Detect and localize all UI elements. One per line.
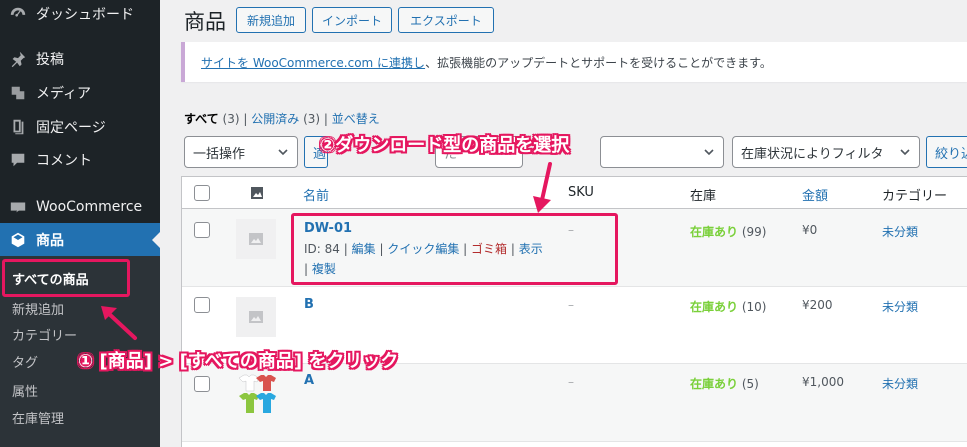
import-button[interactable]: インポート [312, 7, 392, 33]
sku-cell: – [568, 298, 574, 312]
stock-cell: 在庫あり (10) [690, 298, 766, 315]
chevron-down-icon [704, 149, 714, 156]
placeholder-image-icon [249, 233, 263, 245]
notice-text: 、拡張機能のアップデートとサポートを受けることができます。 [425, 55, 772, 70]
status-filters: すべて (3) | 公開済み (3) | 並べ替え [184, 110, 380, 127]
sidebar-item-label: 商品 [36, 233, 64, 249]
chevron-down-icon [900, 149, 910, 156]
table-row: A – 在庫あり (5) ¥1,000 未分類 [182, 364, 967, 442]
filter-all[interactable]: すべて [184, 112, 219, 126]
bulk-action-select[interactable]: 一括操作 [184, 136, 298, 168]
placeholder-image-icon [249, 311, 263, 323]
media-icon [0, 84, 36, 102]
sku-cell: – [568, 375, 574, 389]
column-stock: 在庫 [690, 189, 717, 204]
submenu-tags[interactable]: タグ [12, 352, 38, 371]
annotation-step-2: ②ダウンロード型の商品を選択 [320, 135, 570, 156]
product-type-select[interactable] [600, 136, 724, 168]
image-icon [251, 187, 263, 199]
product-thumbnail[interactable] [236, 219, 276, 259]
arrow-icon [533, 162, 552, 213]
price-cell: ¥1,000 [802, 375, 844, 389]
chevron-down-icon [278, 149, 288, 156]
filter-button[interactable]: 絞り込 [926, 136, 967, 168]
sidebar-item-label: ダッシュボード [36, 7, 134, 23]
filter-all-count: (3) [222, 112, 240, 126]
stock-status-select[interactable]: 在庫状況によりフィルタ [732, 136, 920, 168]
annotation-step-1: ① [商品] > [すべての商品] をクリック [78, 351, 399, 372]
sidebar-item-posts[interactable]: 投稿 [0, 42, 160, 76]
dashboard-icon [0, 5, 36, 23]
table-header: 名前 SKU 在庫 金額 カテゴリー [182, 177, 967, 209]
admin-sidebar: ダッシュボード 投稿 メディア 固定ページ コメント WooCommerce 商… [0, 0, 160, 447]
comment-icon [0, 151, 36, 169]
export-button[interactable]: エクスポート [398, 7, 494, 33]
price-cell: ¥200 [802, 298, 833, 312]
stock-count: (5) [741, 377, 759, 391]
page-icon [0, 118, 36, 136]
woocommerce-notice: サイトを WooCommerce.com に連携し 、拡張機能のアップデートとサ… [181, 42, 967, 82]
bulk-action-label: 一括操作 [193, 146, 246, 162]
sidebar-item-woocommerce[interactable]: WooCommerce [0, 190, 160, 224]
product-name-link[interactable]: B [304, 297, 314, 312]
submenu-inventory[interactable]: 在庫管理 [12, 408, 64, 427]
row-checkbox[interactable] [194, 222, 210, 238]
stock-status: 在庫あり [690, 300, 739, 314]
sidebar-item-label: WooCommerce [36, 199, 143, 215]
stock-status: 在庫あり [690, 225, 739, 239]
highlight-dw01-row [291, 213, 618, 285]
sidebar-item-media[interactable]: メディア [0, 76, 160, 110]
sidebar-item-label: コメント [36, 153, 92, 169]
column-price[interactable]: 金額 [802, 185, 828, 204]
stock-cell: 在庫あり (5) [690, 375, 759, 392]
row-checkbox[interactable] [194, 297, 210, 313]
highlight-all-products [2, 259, 130, 297]
arrow-icon [101, 306, 137, 340]
stock-count: (10) [741, 300, 767, 314]
sidebar-item-label: 固定ページ [36, 120, 106, 136]
category-link[interactable]: 未分類 [882, 298, 918, 315]
stock-filter-label: 在庫状況によりフィルタ [741, 146, 884, 162]
row-checkbox[interactable] [194, 376, 210, 392]
sidebar-item-products[interactable]: 商品 [0, 223, 160, 257]
sidebar-item-label: 投稿 [36, 52, 64, 68]
stock-cell: 在庫あり (99) [690, 223, 766, 240]
sidebar-item-dashboard[interactable]: ダッシュボード [0, 0, 160, 28]
filter-separator: | [243, 112, 248, 126]
select-all-checkbox[interactable] [194, 185, 210, 201]
submenu-attributes[interactable]: 属性 [12, 381, 38, 400]
add-new-button[interactable]: 新規追加 [236, 7, 306, 33]
submenu-add-new[interactable]: 新規追加 [12, 299, 64, 318]
product-thumbnail[interactable] [236, 297, 276, 337]
filter-separator: | [323, 112, 328, 126]
product-name-link[interactable]: A [304, 373, 314, 388]
product-icon [0, 231, 36, 249]
woo-icon [0, 198, 36, 216]
submenu-categories[interactable]: カテゴリー [12, 325, 77, 344]
column-category: カテゴリー [882, 189, 948, 204]
column-name[interactable]: 名前 [303, 185, 329, 204]
category-link[interactable]: 未分類 [882, 375, 918, 392]
category-link[interactable]: 未分類 [882, 223, 918, 240]
connect-link[interactable]: サイトを WooCommerce.com に連携し [201, 54, 425, 71]
stock-count: (99) [741, 225, 767, 239]
tshirt-thumbnail-icon[interactable] [236, 374, 276, 414]
sort-link[interactable]: 並べ替え [332, 112, 380, 126]
sidebar-item-pages[interactable]: 固定ページ [0, 110, 160, 144]
filter-label: 絞り込 [935, 146, 967, 162]
sidebar-item-comments[interactable]: コメント [0, 143, 160, 177]
stock-status: 在庫あり [690, 377, 739, 391]
sidebar-item-label: メディア [36, 86, 92, 102]
page-title: 商品 [184, 10, 226, 34]
filter-published-count: (3) [303, 112, 321, 126]
column-sku[interactable]: SKU [568, 185, 594, 200]
filter-published[interactable]: 公開済み [251, 112, 299, 126]
pin-icon [0, 50, 36, 68]
price-cell: ¥0 [802, 223, 818, 237]
